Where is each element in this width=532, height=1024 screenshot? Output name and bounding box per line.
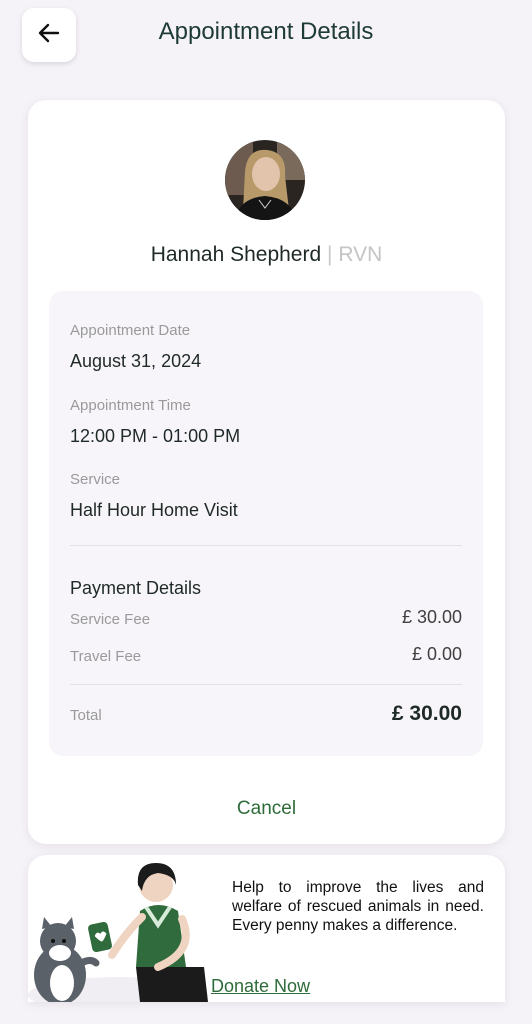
provider-avatar bbox=[225, 140, 305, 220]
details-divider bbox=[70, 545, 462, 546]
donate-now-link[interactable]: Donate Now bbox=[211, 976, 310, 997]
provider-separator: | bbox=[327, 243, 333, 266]
service-label: Service bbox=[70, 471, 121, 488]
payment-divider bbox=[70, 684, 462, 685]
page-title: Appointment Details bbox=[158, 18, 374, 45]
provider-title: RVN bbox=[338, 243, 383, 266]
appointment-card: Hannah Shepherd | RVN Appointment Date A… bbox=[28, 100, 505, 844]
appointment-details-panel: Appointment Date August 31, 2024 Appoint… bbox=[49, 291, 483, 756]
total-label: Total bbox=[70, 707, 102, 724]
donate-illustration bbox=[28, 855, 228, 1002]
appointment-date-value: August 31, 2024 bbox=[70, 351, 202, 371]
service-value: Half Hour Home Visit bbox=[70, 500, 238, 520]
total-value: £ 30.00 bbox=[391, 702, 462, 725]
service-fee-value: £ 30.00 bbox=[401, 607, 462, 627]
payment-details-title: Payment Details bbox=[70, 578, 202, 598]
travel-fee-value: £ 0.00 bbox=[411, 644, 462, 664]
provider-info: Hannah Shepherd | RVN bbox=[28, 243, 505, 267]
appointment-time-value: 12:00 PM - 01:00 PM bbox=[70, 426, 241, 446]
service-fee-label: Service Fee bbox=[70, 611, 151, 628]
donate-message: Help to improve the lives and welfare of… bbox=[232, 879, 484, 934]
donate-card: Help to improve the lives and welfare of… bbox=[28, 855, 505, 1002]
provider-name: Hannah Shepherd bbox=[150, 243, 322, 266]
travel-fee-label: Travel Fee bbox=[70, 648, 142, 665]
cancel-button[interactable]: Cancel bbox=[28, 798, 505, 820]
appointment-date-label: Appointment Date bbox=[70, 322, 191, 339]
appointment-time-label: Appointment Time bbox=[70, 397, 191, 414]
